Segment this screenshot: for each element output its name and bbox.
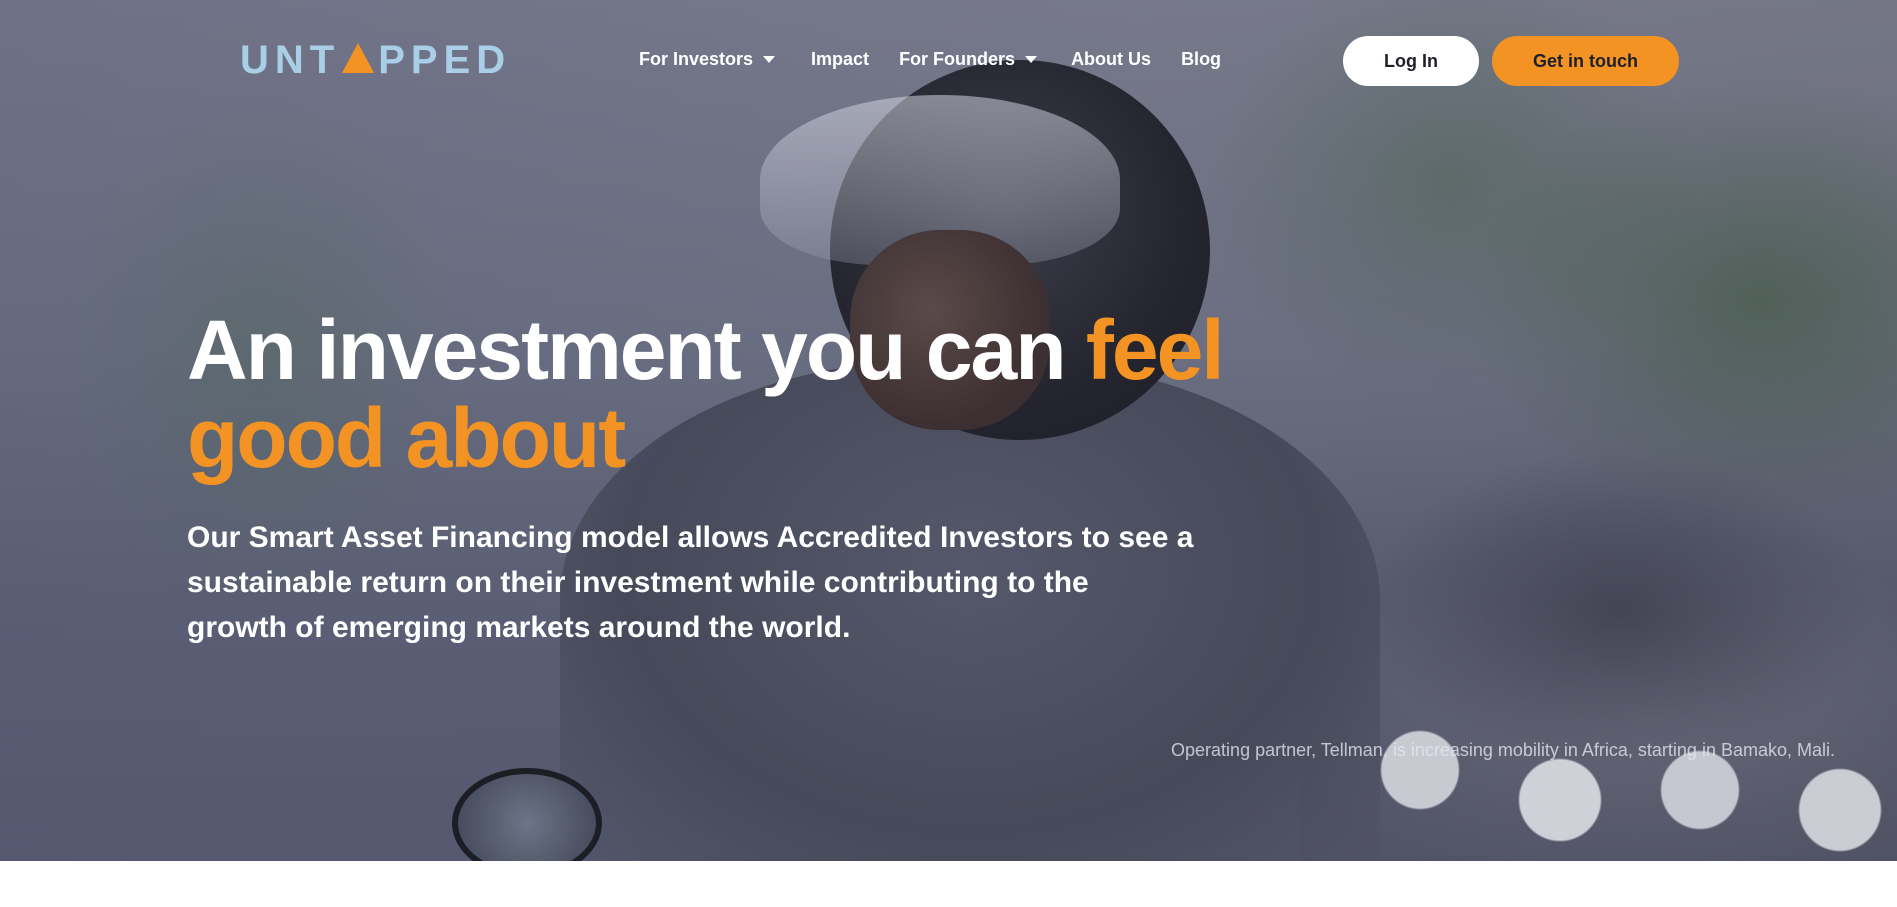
logo-text-right: PPED [378, 37, 512, 82]
get-in-touch-button[interactable]: Get in touch [1492, 36, 1679, 86]
nav-impact-label: Impact [811, 48, 870, 69]
photo-caption: Operating partner, Tellman, is increasin… [1171, 740, 1835, 760]
hero-headline: An investment you can feel good about [187, 306, 1387, 482]
hero-subtext: Our Smart Asset Financing model allows A… [187, 521, 1194, 644]
logo-triangle-icon [342, 43, 375, 73]
login-button[interactable]: Log In [1343, 36, 1479, 86]
chevron-down-icon [1025, 55, 1038, 63]
nav-for-founders[interactable]: For Founders [899, 48, 1038, 70]
nav-about-us[interactable]: About Us [1071, 49, 1151, 70]
chevron-down-icon [763, 55, 776, 63]
headline-accent-good-about: good about [187, 391, 626, 485]
hero-section: UNT PPED For Investors Impact For Founde… [0, 0, 1897, 861]
nav-blog-label: Blog [1181, 48, 1222, 69]
headline-main-text: An investment you can [187, 303, 1086, 397]
logo-text-left: UNT [240, 37, 341, 82]
nav-for-investors-label: For Investors [639, 48, 754, 69]
nav-for-founders-label: For Founders [899, 48, 1016, 69]
nav-for-investors[interactable]: For Investors [639, 48, 776, 70]
headline-accent-feel: feel [1085, 303, 1225, 397]
main-nav: For Investors Impact For Founders About … [639, 44, 1221, 74]
untapped-logo[interactable]: UNT PPED [240, 37, 512, 82]
nav-impact[interactable]: Impact [811, 49, 869, 70]
parked-motorbikes-image [1300, 440, 1897, 861]
nav-about-us-label: About Us [1071, 48, 1152, 69]
nav-blog[interactable]: Blog [1181, 49, 1221, 70]
